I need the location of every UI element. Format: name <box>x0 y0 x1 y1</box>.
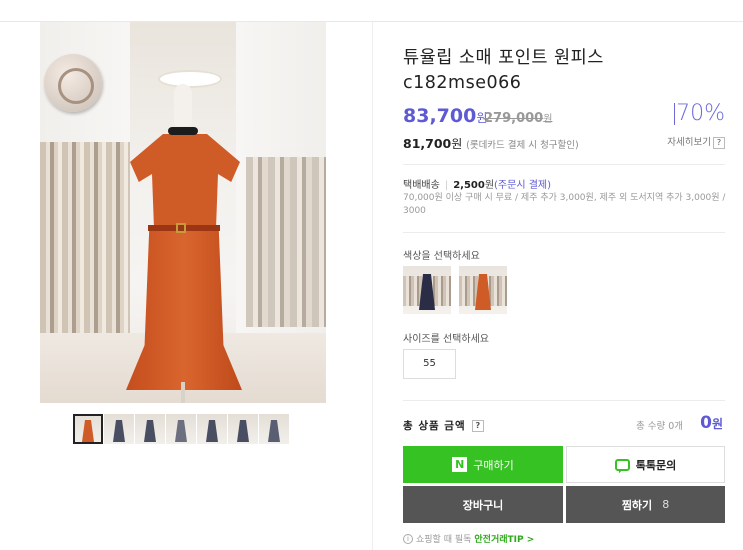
thumbnail-5[interactable] <box>197 414 227 444</box>
thumbnail-dress <box>82 420 94 442</box>
thumbnail-7[interactable] <box>259 414 289 444</box>
cart-label: 장바구니 <box>462 498 504 512</box>
thumbnail-dress <box>144 420 156 442</box>
wish-label: 찜하기 <box>621 498 653 512</box>
total-amount: 0원 <box>700 413 723 433</box>
wish-count: 8 <box>662 498 670 511</box>
original-price-value: 279,000 <box>484 111 544 126</box>
divider <box>403 164 725 165</box>
shipping-info: 택배배송 | 2,500원(주문시 결제) <box>403 176 551 191</box>
safe-trade-tip-link[interactable]: 안전거래TIP > <box>474 532 534 545</box>
thumbnail-3[interactable] <box>135 414 165 444</box>
belt-buckle <box>176 223 186 233</box>
shipping-fee-unit: 원 <box>484 180 495 191</box>
product-gallery <box>0 22 373 550</box>
thumbnail-4[interactable] <box>166 414 196 444</box>
brand-logo-icon <box>44 54 102 112</box>
divider <box>403 400 725 401</box>
card-price-unit: 원 <box>451 137 463 151</box>
card-price-note: (롯데카드 결제 시 청구할인) <box>466 140 579 151</box>
sale-price: 83,700원 <box>403 105 487 127</box>
shipping-label: 택배배송 <box>403 180 440 191</box>
thumbnail-dress <box>175 420 187 442</box>
info-icon: i <box>403 533 413 544</box>
thumbnail-1[interactable] <box>73 414 103 444</box>
product-title: 튜율립 소매 포인트 원피스c182mse066 <box>403 48 604 93</box>
buy-label: 구매하기 <box>473 458 514 472</box>
top-bar <box>0 0 743 22</box>
color-select-label: 색상을 선택하세요 <box>403 251 480 262</box>
total-label: 총 상품 금액 ? <box>403 418 485 433</box>
total-label-text: 총 상품 금액 <box>403 420 466 432</box>
npay-icon: N <box>452 457 468 472</box>
color-option-orange[interactable] <box>459 266 507 314</box>
thumbnail-dress <box>268 420 280 442</box>
shipping-fee-note: (주문시 결제) <box>494 180 552 191</box>
shipping-fee: 2,500 <box>453 180 485 191</box>
product-info: 튜율립 소매 포인트 원피스c182mse066 83,700원 279,000… <box>373 22 743 550</box>
safety-tip: i 쇼핑할 때 필독 안전거래TIP > <box>403 532 534 545</box>
thumbnail-dress <box>237 420 249 442</box>
clothing-rack-right <box>246 157 326 327</box>
thumbnail-dress <box>113 420 125 442</box>
card-price: 81,700원 (롯데카드 결제 시 청구할인) <box>403 135 579 152</box>
choker <box>168 127 198 135</box>
help-icon[interactable]: ? <box>713 136 725 149</box>
cart-button[interactable]: 장바구니 <box>403 486 563 523</box>
thumbnail-dress <box>206 420 218 442</box>
thumbnail-strip <box>73 414 289 444</box>
dress-top <box>130 134 240 234</box>
separator: | <box>444 180 449 191</box>
total-amount-value: 0 <box>700 413 712 433</box>
divider <box>403 232 725 233</box>
shipping-note: 70,000원 이상 구매 시 무료 / 제주 추가 3,000원, 제주 외 … <box>403 193 726 216</box>
mannequin-stand <box>181 382 185 403</box>
original-price: 279,000원 <box>484 110 552 126</box>
size-select-label: 사이즈를 선택하세요 <box>403 334 489 345</box>
main-product-image[interactable] <box>40 22 326 403</box>
tip-prefix: 쇼핑할 때 필독 <box>416 535 472 545</box>
wishlist-button[interactable]: 찜하기 8 <box>566 486 725 523</box>
discount-rate: 70% <box>674 101 725 126</box>
total-amount-unit: 원 <box>711 417 723 431</box>
dress-skirt <box>126 230 242 390</box>
original-price-unit: 원 <box>543 114 553 125</box>
talk-label: 톡톡문의 <box>635 458 677 472</box>
color-options <box>403 266 507 314</box>
card-price-value: 81,700 <box>403 136 452 151</box>
chat-icon <box>614 458 630 471</box>
thumbnail-6[interactable] <box>228 414 258 444</box>
thumbnail-2[interactable] <box>104 414 134 444</box>
help-icon[interactable]: ? <box>472 420 485 432</box>
detail-link[interactable]: 자세히보기? <box>667 134 725 149</box>
photo-ceiling-light <box>160 72 220 86</box>
mannequin-head <box>174 84 192 126</box>
total-quantity: 총 수량 0개 <box>635 421 683 432</box>
npay-buy-button[interactable]: N 구매하기 <box>403 446 563 483</box>
sale-price-value: 83,700 <box>403 105 477 127</box>
color-option-navy[interactable] <box>403 266 451 314</box>
clothing-rack-left <box>40 142 130 342</box>
size-option-55[interactable]: 55 <box>403 349 456 379</box>
talktalk-inquiry-button[interactable]: 톡톡문의 <box>566 446 725 483</box>
detail-link-label[interactable]: 자세히보기 <box>667 137 711 148</box>
